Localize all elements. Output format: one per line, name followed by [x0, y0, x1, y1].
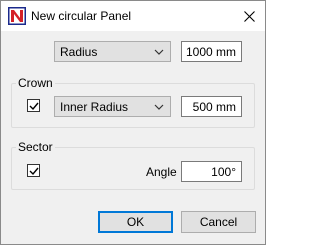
sector-checkbox[interactable]	[27, 164, 40, 177]
angle-label: Angle	[146, 165, 177, 179]
ok-button[interactable]: OK	[98, 211, 173, 233]
crown-radius-value: 500 mm	[192, 100, 236, 114]
window-title: New circular Panel	[31, 9, 132, 23]
title-bar[interactable]: New circular Panel	[1, 1, 265, 31]
close-button[interactable]	[233, 1, 265, 31]
dialog-window: New circular Panel Radius 1000 mm Crown …	[0, 0, 266, 245]
app-logo-icon	[8, 7, 26, 25]
sector-group-title: Sector	[16, 140, 55, 154]
radius-input-value: 1000 mm	[185, 45, 236, 59]
checkmark-icon	[29, 167, 39, 176]
radius-input[interactable]: 1000 mm	[181, 41, 242, 62]
chevron-down-icon	[154, 49, 164, 55]
angle-input[interactable]: 100°	[181, 161, 242, 182]
shape-select-value: Radius	[60, 45, 98, 59]
checkmark-icon	[29, 102, 39, 111]
crown-radius-select[interactable]: Inner Radius	[54, 96, 171, 117]
crown-select-value: Inner Radius	[60, 100, 129, 114]
crown-radius-input[interactable]: 500 mm	[181, 96, 242, 117]
crown-checkbox[interactable]	[27, 99, 40, 112]
close-icon	[243, 10, 255, 22]
crown-group-title: Crown	[16, 76, 55, 90]
chevron-down-icon	[154, 104, 164, 110]
shape-select[interactable]: Radius	[54, 41, 171, 62]
cancel-button[interactable]: Cancel	[181, 211, 256, 233]
angle-input-value: 100°	[211, 165, 236, 179]
